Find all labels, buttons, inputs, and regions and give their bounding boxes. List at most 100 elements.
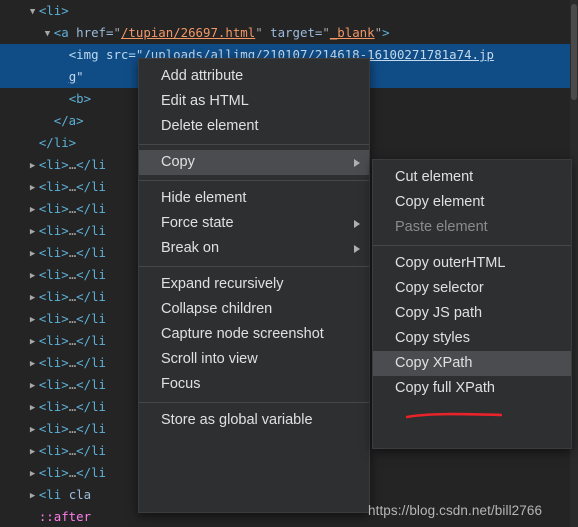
copy-submenu-item-copy-element[interactable]: Copy element xyxy=(373,190,571,215)
context-menu-item-edit-as-html[interactable]: Edit as HTML xyxy=(139,89,369,114)
chevron-right-icon[interactable]: ▶ xyxy=(30,287,39,309)
tree-token-tag: </ xyxy=(76,377,92,392)
context-menu-item-capture-node-screenshot[interactable]: Capture node screenshot xyxy=(139,322,369,347)
tree-token-tag: <li> xyxy=(38,443,69,458)
menu-item-label: Capture node screenshot xyxy=(161,326,324,342)
element-context-menu[interactable]: Add attribute Edit as HTML Delete element C… xyxy=(138,58,370,513)
tree-token-tag: </ xyxy=(76,223,92,238)
tree-token-pseudo: ::after xyxy=(38,509,92,524)
chevron-right-icon[interactable]: ▶ xyxy=(30,463,39,485)
chevron-right-icon[interactable]: ▶ xyxy=(30,155,39,177)
tree-token-link[interactable]: /tupian/26697.html xyxy=(121,25,255,40)
chevron-right-icon[interactable]: ▶ xyxy=(30,419,39,441)
context-menu-item-store-as-global-variable[interactable]: Store as global variable xyxy=(139,408,369,433)
tree-token-tag: </ xyxy=(76,421,92,436)
menu-item-label: Focus xyxy=(161,376,201,392)
chevron-down-icon[interactable]: ▼ xyxy=(45,23,54,45)
copy-submenu-item-copy-outerhtml[interactable]: Copy outerHTML xyxy=(373,251,571,276)
tree-token-punct: " xyxy=(113,25,121,40)
chevron-right-icon[interactable]: ▶ xyxy=(30,353,39,375)
tree-token-tag: <li> xyxy=(38,311,69,326)
tree-token-tag: li xyxy=(91,443,106,458)
chevron-right-icon[interactable]: ▶ xyxy=(30,265,39,287)
dom-tree-row[interactable]: ▼ <a href="/tupian/26697.html" target="_b… xyxy=(0,22,570,44)
context-menu-item-focus[interactable]: Focus xyxy=(139,372,369,397)
chevron-right-icon[interactable]: ▶ xyxy=(30,485,39,507)
tree-twisty-empty xyxy=(60,67,69,89)
copy-submenu-item-copy-xpath[interactable]: Copy XPath xyxy=(373,351,571,376)
tree-token-tag: </ xyxy=(76,465,92,480)
chevron-down-icon[interactable]: ▼ xyxy=(30,1,39,23)
tree-token-punct: " xyxy=(76,69,84,84)
chevron-right-icon[interactable]: ▶ xyxy=(30,199,39,221)
menu-item-label: Copy selector xyxy=(395,280,484,296)
tree-token-tag: li xyxy=(91,399,106,414)
copy-submenu-item-copy-js-path[interactable]: Copy JS path xyxy=(373,301,571,326)
tree-token-tag: li xyxy=(91,223,106,238)
context-menu-item-hide-element[interactable]: Hide element xyxy=(139,186,369,211)
context-menu-item-expand-recursively[interactable]: Expand recursively xyxy=(139,272,369,297)
context-menu-item-break-on[interactable]: Break on xyxy=(139,236,369,261)
tree-token-tag: li xyxy=(91,333,106,348)
tree-token-tag: li xyxy=(91,157,106,172)
tree-token-tag: <a xyxy=(53,25,77,40)
copy-submenu-separator xyxy=(373,245,571,246)
tree-token-tag: li xyxy=(91,201,106,216)
copy-submenu[interactable]: Cut element Copy element Paste element Copy… xyxy=(372,159,572,449)
tree-token-tag: <li> xyxy=(38,157,69,172)
tree-token-punct: " xyxy=(255,25,271,40)
chevron-right-icon[interactable]: ▶ xyxy=(30,397,39,419)
context-menu-separator xyxy=(139,144,369,145)
copy-submenu-item-paste-element: Paste element xyxy=(373,215,571,240)
chevron-right-icon[interactable]: ▶ xyxy=(30,221,39,243)
tree-token-tag: > xyxy=(382,25,390,40)
tree-token-tag: </ xyxy=(76,289,92,304)
copy-submenu-item-cut-element[interactable]: Cut element xyxy=(373,165,571,190)
chevron-right-icon[interactable]: ▶ xyxy=(30,309,39,331)
menu-item-label: Copy styles xyxy=(395,330,470,346)
tree-token-tag: <li> xyxy=(38,245,69,260)
copy-submenu-item-copy-styles[interactable]: Copy styles xyxy=(373,326,571,351)
context-menu-item-add-attribute[interactable]: Add attribute xyxy=(139,64,369,89)
tree-twisty-empty xyxy=(60,89,69,111)
tree-token-tag: <b> xyxy=(68,91,92,106)
tree-token-tag: li xyxy=(91,311,106,326)
tree-token-tag: <li> xyxy=(38,223,69,238)
copy-submenu-item-copy-selector[interactable]: Copy selector xyxy=(373,276,571,301)
tree-token-link[interactable]: _blank xyxy=(330,25,375,40)
chevron-right-icon[interactable]: ▶ xyxy=(30,177,39,199)
context-menu-item-scroll-into-view[interactable]: Scroll into view xyxy=(139,347,369,372)
tree-token-tag: li xyxy=(91,421,106,436)
menu-item-label: Copy xyxy=(161,154,195,170)
tree-token-tag: <li> xyxy=(38,289,69,304)
chevron-right-icon[interactable]: ▶ xyxy=(30,331,39,353)
context-menu-item-delete-element[interactable]: Delete element xyxy=(139,114,369,139)
tree-scrollbar-thumb[interactable] xyxy=(571,4,577,100)
tree-token-tag: <li> xyxy=(38,333,69,348)
tree-token-tag: </ xyxy=(76,399,92,414)
chevron-right-icon[interactable]: ▶ xyxy=(30,441,39,463)
chevron-right-icon[interactable]: ▶ xyxy=(30,243,39,265)
context-menu-separator xyxy=(139,402,369,403)
tree-token-tag: <li> xyxy=(38,355,69,370)
tree-token-tag: </a> xyxy=(53,113,84,128)
context-menu-item-force-state[interactable]: Force state xyxy=(139,211,369,236)
tree-token-tag: li xyxy=(91,245,106,260)
dom-tree-row[interactable]: ▼ <li> xyxy=(0,0,570,22)
copy-submenu-item-copy-full-xpath[interactable]: Copy full XPath xyxy=(373,376,571,401)
context-menu-item-collapse-children[interactable]: Collapse children xyxy=(139,297,369,322)
context-menu-item-copy[interactable]: Copy xyxy=(139,150,369,175)
chevron-right-icon[interactable]: ▶ xyxy=(30,375,39,397)
